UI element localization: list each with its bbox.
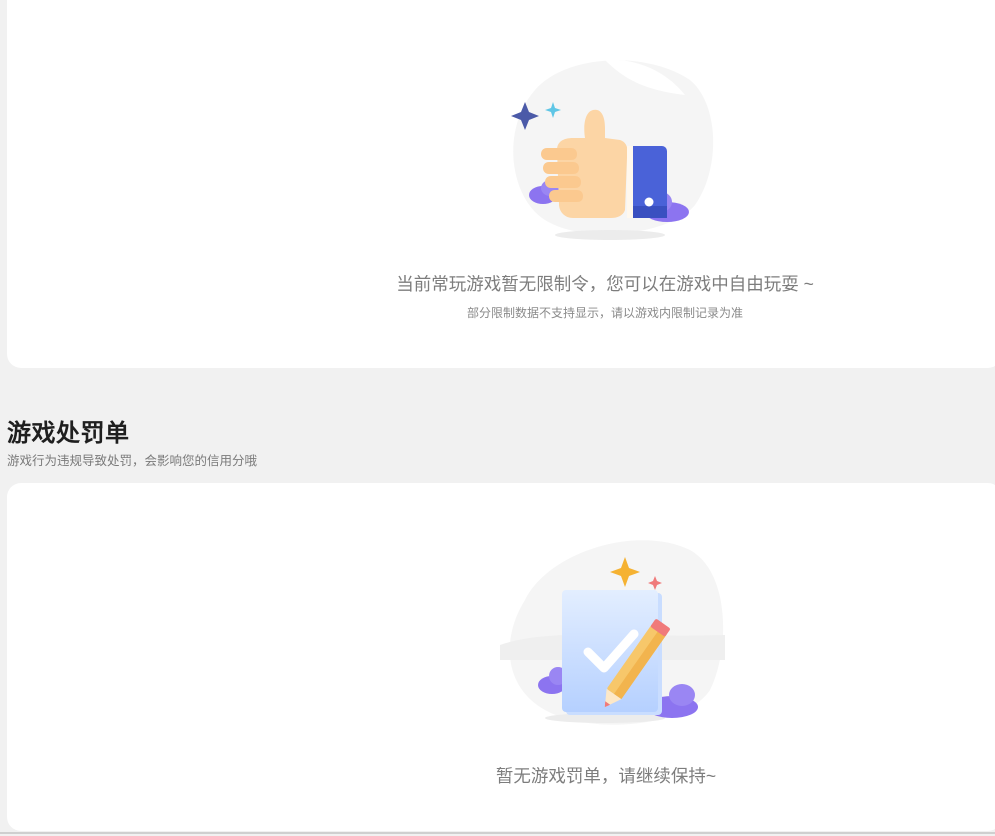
checked-document-pencil-icon [500, 540, 725, 725]
page: 当前常玩游戏暂无限制令，您可以在游戏中自由玩耍 ~ 部分限制数据不支持显示，请以… [0, 0, 995, 836]
penalty-empty-title: 暂无游戏罚单，请继续保持~ [495, 766, 717, 786]
restriction-empty-title: 当前常玩游戏暂无限制令，您可以在游戏中自由玩耍 ~ [396, 274, 814, 294]
section-subtitle: 游戏行为违规导致处罚，会影响您的信用分哦 [7, 454, 258, 468]
restriction-empty-subtitle: 部分限制数据不支持显示，请以游戏内限制记录为准 [466, 306, 743, 320]
thumbs-up-icon [511, 59, 714, 240]
bottom-divider [0, 832, 995, 834]
section-title: 游戏处罚单 [7, 420, 130, 447]
